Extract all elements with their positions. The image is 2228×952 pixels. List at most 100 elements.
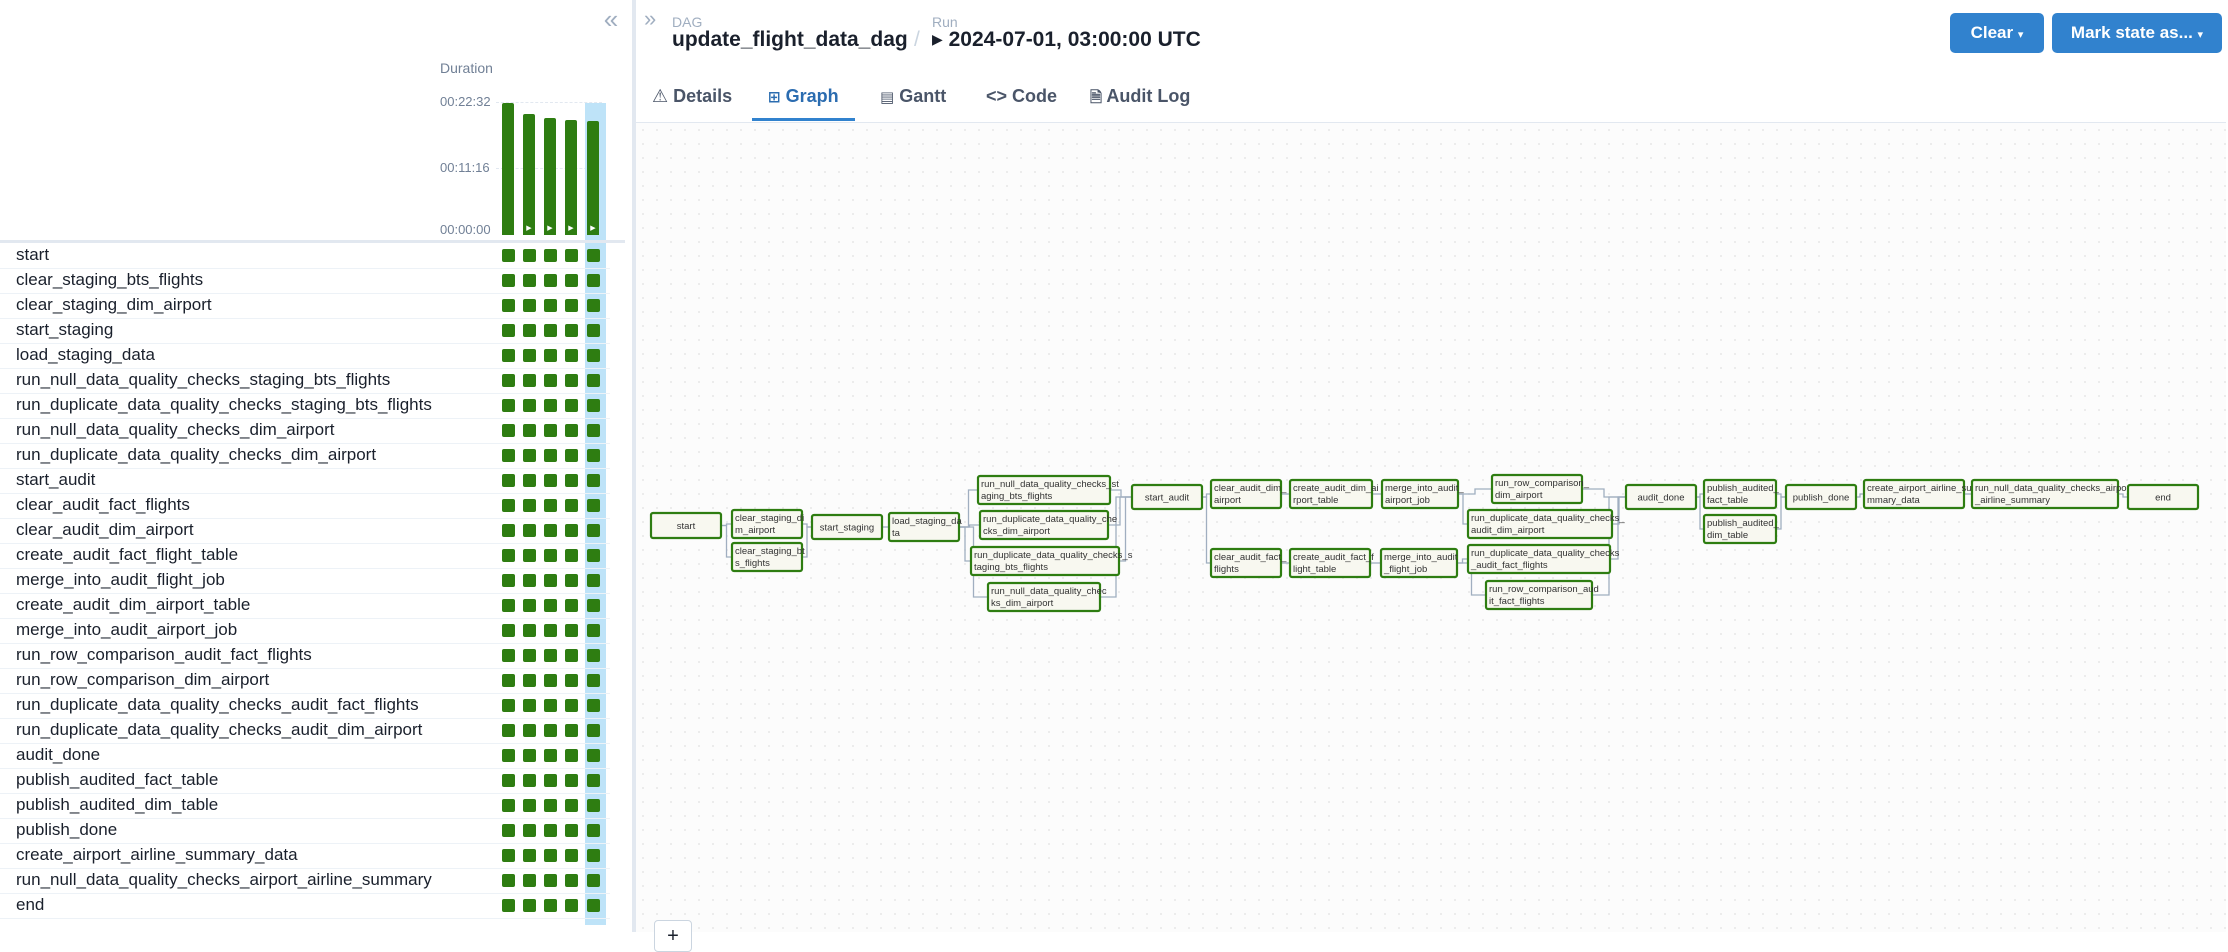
task-instance-status[interactable] [522, 849, 536, 862]
task-instance-status[interactable] [564, 824, 578, 837]
task-instance-status[interactable] [543, 749, 557, 762]
task-name[interactable]: start [16, 245, 49, 265]
graph-node[interactable]: run_duplicate_data_quality_checks_dim_ai… [978, 509, 1117, 541]
task-instance-status[interactable] [564, 649, 578, 662]
task-instance-status[interactable] [543, 774, 557, 787]
task-row[interactable]: run_duplicate_data_quality_checks_stagin… [0, 393, 610, 419]
task-instance-status[interactable] [564, 749, 578, 762]
task-instance-status[interactable] [543, 599, 557, 612]
task-instance-status[interactable] [586, 599, 600, 612]
task-instance-status[interactable] [522, 424, 536, 437]
task-instance-status[interactable] [522, 274, 536, 287]
task-instance-status[interactable] [564, 474, 578, 487]
task-instance-status[interactable] [501, 824, 515, 837]
graph-node[interactable]: run_duplicate_data_quality_checks_audit_… [1466, 543, 1620, 575]
task-instance-status[interactable] [501, 474, 515, 487]
task-name[interactable]: run_row_comparison_dim_airport [16, 670, 269, 690]
task-instance-status[interactable] [543, 349, 557, 362]
task-instance-status[interactable] [522, 724, 536, 737]
task-instance-status[interactable] [522, 774, 536, 787]
task-row[interactable]: run_duplicate_data_quality_checks_dim_ai… [0, 443, 610, 469]
graph-node[interactable]: merge_into_audit_flight_job [1379, 547, 1459, 579]
task-instance-status[interactable] [543, 874, 557, 887]
task-instance-status[interactable] [501, 324, 515, 337]
graph-node[interactable]: run_null_data_quality_checks_airport_air… [1970, 478, 2133, 510]
task-instance-status[interactable] [586, 624, 600, 637]
graph-node[interactable]: clear_staging_bts_flights [730, 541, 805, 573]
task-instance-status[interactable] [501, 424, 515, 437]
task-instance-status[interactable] [564, 499, 578, 512]
task-instance-status[interactable] [543, 624, 557, 637]
graph-node[interactable]: publish_audited_fact_table [1702, 478, 1780, 510]
task-instance-status[interactable] [543, 374, 557, 387]
graph-node[interactable]: clear_audit_fact_flights [1209, 547, 1287, 579]
graph-node[interactable]: end [2126, 483, 2200, 511]
task-name[interactable]: end [16, 895, 44, 915]
task-row[interactable]: create_airport_airline_summary_data [0, 843, 610, 869]
graph-node[interactable]: audit_done [1624, 483, 1698, 511]
task-instance-status[interactable] [543, 574, 557, 587]
graph-node[interactable]: start [649, 511, 723, 540]
graph-node[interactable]: publish_audited_dim_table [1702, 513, 1780, 545]
task-instance-status[interactable] [522, 324, 536, 337]
task-name[interactable]: start_staging [16, 320, 113, 340]
task-row[interactable]: start_staging [0, 318, 610, 344]
task-instance-status[interactable] [586, 424, 600, 437]
task-instance-status[interactable] [586, 349, 600, 362]
graph-node[interactable]: run_null_data_quality_checks_staging_bts… [976, 474, 1119, 506]
task-instance-status[interactable] [522, 599, 536, 612]
task-instance-status[interactable] [501, 574, 515, 587]
collapse-grid-icon[interactable]: « [599, 6, 623, 32]
task-instance-status[interactable] [543, 549, 557, 562]
task-row[interactable]: load_staging_data [0, 343, 610, 369]
task-instance-status[interactable] [586, 849, 600, 862]
task-instance-status[interactable] [501, 874, 515, 887]
task-instance-status[interactable] [586, 674, 600, 687]
task-instance-status[interactable] [564, 549, 578, 562]
breadcrumb-run[interactable]: ▶ 2024-07-01, 03:00:00 UTC [932, 28, 1201, 52]
task-name[interactable]: publish_audited_dim_table [16, 795, 218, 815]
task-name[interactable]: run_duplicate_data_quality_checks_stagin… [16, 395, 432, 415]
task-instance-status[interactable] [564, 524, 578, 537]
task-row[interactable]: clear_audit_fact_flights [0, 493, 610, 519]
task-instance-status[interactable] [564, 799, 578, 812]
graph-node[interactable]: run_duplicate_data_quality_checks_audit_… [1466, 508, 1625, 540]
task-instance-status[interactable] [501, 499, 515, 512]
task-name[interactable]: clear_audit_dim_airport [16, 520, 194, 540]
tab-details[interactable]: ⚠ Details [652, 62, 732, 121]
task-instance-status[interactable] [543, 699, 557, 712]
graph-node[interactable]: publish_done [1784, 483, 1858, 511]
task-name[interactable]: merge_into_audit_airport_job [16, 620, 237, 640]
task-instance-status[interactable] [564, 399, 578, 412]
task-instance-status[interactable] [543, 249, 557, 262]
task-instance-status[interactable] [564, 274, 578, 287]
task-name[interactable]: create_airport_airline_summary_data [16, 845, 298, 865]
task-instance-status[interactable] [501, 849, 515, 862]
graph-node[interactable]: run_row_comparison_audit_fact_flights [1484, 579, 1599, 611]
clear-button[interactable]: Clear ▾ [1950, 13, 2044, 53]
task-row[interactable]: create_audit_fact_flight_table [0, 543, 610, 569]
task-row[interactable]: create_audit_dim_airport_table [0, 593, 610, 619]
task-instance-status[interactable] [522, 449, 536, 462]
task-row[interactable]: run_null_data_quality_checks_staging_bts… [0, 368, 610, 394]
task-instance-status[interactable] [501, 299, 515, 312]
task-instance-status[interactable] [501, 274, 515, 287]
task-instance-status[interactable] [543, 724, 557, 737]
task-row[interactable]: run_duplicate_data_quality_checks_audit_… [0, 693, 610, 719]
task-instance-status[interactable] [586, 374, 600, 387]
task-name[interactable]: run_duplicate_data_quality_checks_audit_… [16, 720, 422, 740]
tab-audit-log[interactable]: 🗎 Audit Log [1090, 62, 1190, 121]
graph-node[interactable]: start_audit [1130, 483, 1204, 511]
task-instance-status[interactable] [522, 674, 536, 687]
task-row[interactable]: run_row_comparison_dim_airport [0, 668, 610, 694]
task-instance-status[interactable] [501, 549, 515, 562]
task-name[interactable]: clear_audit_fact_flights [16, 495, 190, 515]
task-row[interactable]: clear_staging_bts_flights [0, 268, 610, 294]
task-instance-status[interactable] [501, 449, 515, 462]
graph-node[interactable]: start_staging [810, 513, 884, 541]
task-row[interactable]: merge_into_audit_flight_job [0, 568, 610, 594]
task-instance-status[interactable] [586, 749, 600, 762]
task-instance-status[interactable] [522, 524, 536, 537]
task-row[interactable]: clear_staging_dim_airport [0, 293, 610, 319]
task-instance-status[interactable] [522, 649, 536, 662]
